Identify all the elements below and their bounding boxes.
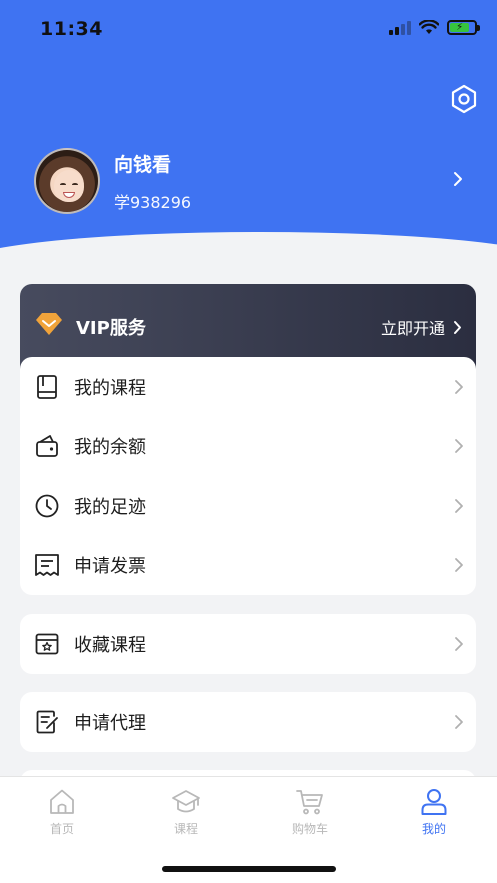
menu-card-favorites: 收藏课程: [20, 614, 476, 674]
tab-label: 我的: [421, 822, 446, 836]
tab-label: 课程: [173, 822, 198, 836]
chevron-right-icon: [455, 498, 463, 513]
profile-card[interactable]: 向钱看 学938296: [34, 146, 474, 216]
menu-item-my-courses[interactable]: 我的课程: [20, 357, 476, 417]
chevron-right-icon: [454, 320, 461, 334]
clock-icon: [35, 494, 59, 518]
menu-item-label: 申请代理: [74, 712, 146, 734]
profile-name: 向钱看: [114, 153, 172, 176]
menu-card-agent: 申请代理: [20, 692, 476, 752]
favorite-course-icon: [35, 633, 59, 655]
tab-label: 购物车: [291, 822, 328, 836]
menu-item-apply-invoice[interactable]: 申请发票: [20, 536, 476, 596]
tab-courses[interactable]: 课程: [146, 787, 226, 837]
vip-action-label: 立即开通: [380, 319, 445, 338]
menu-item-apply-agent[interactable]: 申请代理: [20, 692, 476, 752]
menu-item-label: 我的余额: [74, 437, 146, 459]
tab-mine[interactable]: 我的: [394, 787, 474, 837]
vip-title: VIP服务: [76, 318, 146, 339]
menu-item-favorite-courses[interactable]: 收藏课程: [20, 614, 476, 674]
menu-item-label: 收藏课程: [74, 634, 146, 656]
avatar[interactable]: [34, 148, 100, 214]
menu-item-my-balance[interactable]: 我的余额: [20, 417, 476, 477]
graduation-cap-icon: [172, 790, 200, 813]
user-icon: [421, 789, 447, 815]
chevron-right-icon: [454, 172, 462, 186]
status-time: 11:34: [40, 18, 103, 40]
cart-icon: [296, 790, 323, 815]
home-icon: [50, 789, 74, 814]
chevron-right-icon: [455, 636, 463, 651]
chevron-right-icon: [455, 439, 463, 454]
menu-item-label: 我的课程: [74, 377, 146, 399]
battery-icon: ⚡: [447, 20, 480, 35]
vip-diamond-icon: [36, 313, 62, 335]
chevron-right-icon: [455, 558, 463, 573]
settings-hexagon-icon[interactable]: [449, 84, 479, 114]
tab-cart[interactable]: 购物车: [270, 787, 350, 837]
menu-item-label: 申请发票: [74, 556, 146, 578]
signal-icon: [389, 20, 411, 35]
tab-label: 首页: [49, 822, 74, 836]
menu-item-my-footprint[interactable]: 我的足迹: [20, 476, 476, 536]
tab-home[interactable]: 首页: [22, 787, 102, 837]
vip-open-button[interactable]: 立即开通: [381, 315, 462, 339]
header-wave: [0, 232, 497, 258]
receipt-icon: [35, 554, 59, 577]
profile-header: 11:34 ⚡ 向钱看 学938296: [0, 0, 497, 258]
wallet-icon: [36, 435, 58, 458]
apply-agent-icon: [36, 710, 58, 734]
book-icon: [37, 374, 57, 399]
chevron-right-icon: [455, 379, 463, 394]
status-icons: ⚡: [389, 20, 480, 35]
wifi-icon: [419, 20, 439, 34]
profile-id: 学938296: [114, 192, 192, 212]
menu-card-main: 我的课程 我的余额 我的足迹 申请发票: [20, 357, 476, 595]
chevron-right-icon: [455, 714, 463, 729]
menu-item-label: 我的足迹: [74, 496, 146, 518]
home-indicator: [162, 866, 336, 872]
